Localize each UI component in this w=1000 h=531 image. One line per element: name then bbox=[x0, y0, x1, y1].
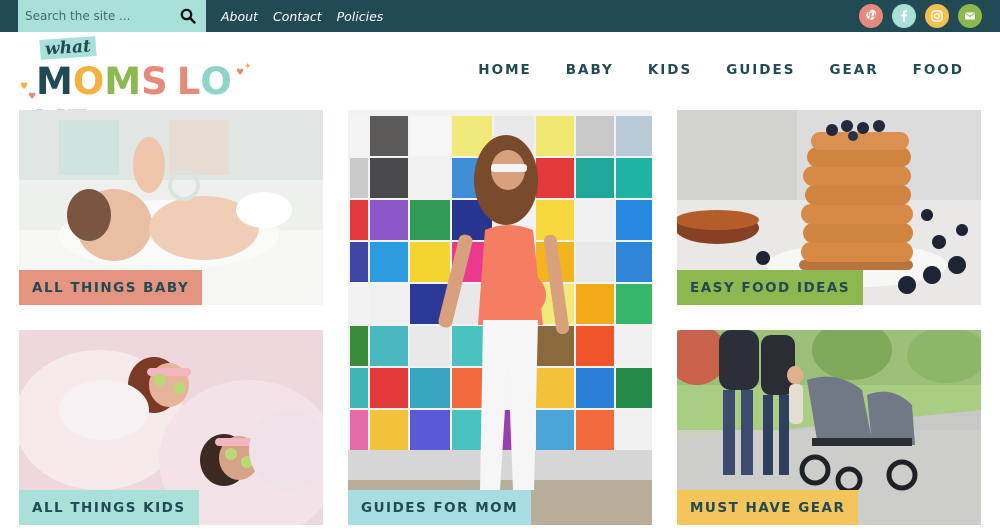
logo-sparkle-icon: ✦ bbox=[244, 62, 252, 72]
policies-link[interactable]: Policies bbox=[337, 9, 384, 24]
tile-label: ALL THINGS BABY bbox=[19, 270, 203, 305]
logo-heart-icon: ♥ bbox=[28, 92, 37, 102]
nav-baby[interactable]: BABY bbox=[566, 62, 614, 78]
logo-letter: L bbox=[176, 60, 201, 103]
about-link[interactable]: About bbox=[221, 9, 258, 24]
nav-guides[interactable]: GUIDES bbox=[726, 62, 795, 78]
facebook-icon[interactable] bbox=[892, 4, 916, 28]
email-icon[interactable] bbox=[958, 4, 982, 28]
nav-kids[interactable]: KIDS bbox=[648, 62, 692, 78]
top-utility-bar: About Contact Policies bbox=[0, 0, 1000, 32]
tile-kids[interactable]: ALL THINGS KIDS bbox=[19, 330, 323, 525]
tile-gear[interactable]: MUST HAVE GEAR bbox=[677, 330, 981, 525]
logo-letter: S bbox=[141, 60, 168, 103]
tile-food[interactable]: EASY FOOD IDEAS bbox=[677, 110, 981, 305]
site-logo[interactable]: what MOMSLOVE ♥ ♥ ♥ ✦ bbox=[18, 36, 258, 146]
tile-guides[interactable]: GUIDES FOR MOM bbox=[348, 110, 652, 525]
logo-heart-icon: ♥ bbox=[236, 68, 245, 78]
pinterest-icon[interactable] bbox=[859, 4, 883, 28]
nav-food[interactable]: FOOD bbox=[913, 62, 964, 78]
nav-home[interactable]: HOME bbox=[460, 62, 537, 78]
logo-letter: M bbox=[36, 60, 73, 103]
guides-photo bbox=[348, 110, 652, 525]
contact-link[interactable]: Contact bbox=[273, 9, 322, 24]
logo-what: what bbox=[39, 36, 97, 60]
tile-label: EASY FOOD IDEAS bbox=[677, 270, 864, 305]
logo-letter: O bbox=[200, 60, 232, 103]
social-icons bbox=[859, 4, 982, 28]
search-icon[interactable] bbox=[180, 8, 196, 24]
logo-letter: O bbox=[72, 60, 105, 103]
logo-letter: M bbox=[104, 60, 142, 103]
search-box bbox=[18, 0, 206, 32]
search-input[interactable] bbox=[18, 0, 168, 32]
instagram-icon[interactable] bbox=[925, 4, 949, 28]
tile-baby[interactable]: ALL THINGS BABY bbox=[19, 110, 323, 305]
top-links: About Contact Policies bbox=[221, 0, 383, 32]
logo-heart-icon: ♥ bbox=[20, 82, 29, 92]
tile-label: ALL THINGS KIDS bbox=[19, 490, 199, 525]
nav-gear[interactable]: GEAR bbox=[829, 62, 878, 78]
tile-label: GUIDES FOR MOM bbox=[348, 490, 532, 525]
tile-label: MUST HAVE GEAR bbox=[677, 490, 859, 525]
main-nav: HOME BABY KIDS GUIDES GEAR FOOD bbox=[460, 62, 964, 78]
